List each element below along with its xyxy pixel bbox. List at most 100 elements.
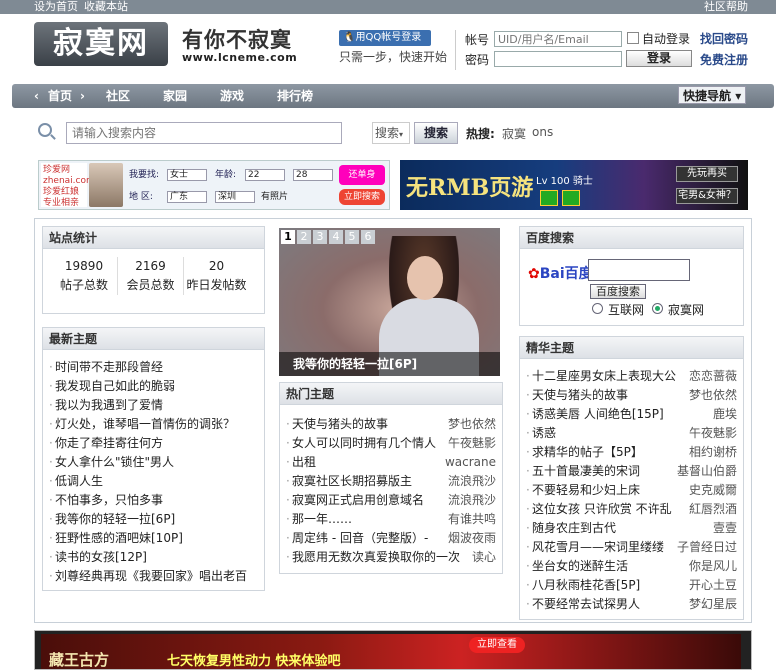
city-select[interactable]: 深圳 (215, 191, 255, 203)
topic-author[interactable]: 开心土豆 (686, 576, 737, 595)
topic-author[interactable]: 梦幻星辰 (686, 595, 737, 614)
game-ad[interactable]: 无RMB页游 Lv 100 骑士 先玩再买 宅男&女神？ (400, 160, 748, 210)
bottom-ad-button[interactable]: 立即查看 (469, 637, 525, 653)
game-ad-button[interactable]: 先玩再买 (676, 166, 738, 182)
nav-item-ranking[interactable]: 排行榜 (277, 84, 313, 108)
topic-title[interactable]: 十二星座男女床上表现大公 (532, 369, 676, 383)
list-item[interactable]: 读书的女孩[12P] (49, 548, 264, 567)
list-item[interactable]: 诱惑美唇 人间绝色[15P] 鹿埃 (526, 405, 743, 424)
slide-page-1[interactable]: 1 (281, 230, 295, 244)
province-select[interactable]: 广东 (167, 191, 207, 203)
baidu-search-input[interactable] (588, 259, 690, 281)
topic-title[interactable]: 周定纬 - 回音（完整版）- (292, 531, 428, 545)
topic-author[interactable]: 紅唇烈酒 (686, 500, 737, 519)
ad-search-button[interactable]: 立即搜索 (339, 189, 385, 205)
hot-search-item[interactable]: 寂寞 (502, 125, 526, 142)
register-link[interactable]: 免费注册 (700, 51, 748, 68)
list-item[interactable]: 你走了牵挂寄往何方 (49, 434, 264, 453)
list-item[interactable]: 天使与猪头的故事 梦也依然 (526, 386, 743, 405)
topic-title[interactable]: 寂寞网正式启用创意域名 (292, 493, 424, 507)
list-item[interactable]: 五十首最凄美的宋词 基督山伯爵 (526, 462, 743, 481)
list-item[interactable]: 我等你的轻轻一拉[6P] (49, 510, 264, 529)
topic-title[interactable]: 出租 (292, 455, 316, 469)
topic-title[interactable]: 五十首最凄美的宋词 (532, 464, 640, 478)
list-item[interactable]: 低调人生 (49, 472, 264, 491)
nav-item-home-space[interactable]: 家园 (163, 84, 187, 108)
age-from-select[interactable]: 22 (245, 169, 285, 181)
nav-item-community[interactable]: 社区 (106, 84, 130, 108)
list-item[interactable]: 不要轻易和少妇上床 史克威爾 (526, 481, 743, 500)
nav-item-games[interactable]: 游戏 (220, 84, 244, 108)
topic-author[interactable]: wacrane (442, 453, 496, 472)
topic-author[interactable]: 有谁共鸣 (445, 510, 496, 529)
list-item[interactable]: 周定纬 - 回音（完整版）- 烟波夜雨 (286, 529, 502, 548)
age-to-select[interactable]: 28 (293, 169, 333, 181)
list-item[interactable]: 这位女孩 只许欣赏 不许乱紅唇烈酒 (526, 500, 743, 519)
topic-author[interactable]: 烟波夜雨 (445, 529, 496, 548)
list-item[interactable]: 随身农庄到古代 壹壹 (526, 519, 743, 538)
list-item[interactable]: 出租 wacrane (286, 453, 502, 472)
topic-author[interactable]: 相约谢桥 (686, 443, 737, 462)
list-item[interactable]: 不怕事多，只怕多事 (49, 491, 264, 510)
topic-author[interactable]: 恋恋蔷薇 (686, 367, 737, 386)
topic-title[interactable]: 诱惑 (532, 426, 556, 440)
topic-title[interactable]: 坐台女的迷醉生活 (532, 559, 628, 573)
password-input[interactable] (494, 51, 622, 67)
slide-page-3[interactable]: 3 (313, 230, 327, 244)
topic-title[interactable]: 八月秋雨桂花香[5P] (532, 578, 640, 592)
image-slideshow[interactable]: 1 2 3 4 5 6 我等你的轻轻一拉[6P] (279, 228, 500, 376)
search-input[interactable] (66, 122, 342, 144)
list-item[interactable]: 寂寞社区长期招募版主 流浪飛沙 (286, 472, 502, 491)
nav-item-home[interactable]: 首页 (48, 84, 72, 108)
list-item[interactable]: 我以为我遇到了爱情 (49, 396, 264, 415)
topic-title[interactable]: 天使与猪头的故事 (532, 388, 628, 402)
list-item[interactable]: 天使与猪头的故事 梦也依然 (286, 415, 502, 434)
topic-author[interactable]: 梦也依然 (686, 386, 737, 405)
topic-author[interactable]: 鹿埃 (710, 405, 737, 424)
account-input[interactable] (494, 31, 622, 47)
set-home-link[interactable]: 设为首页 (34, 0, 78, 13)
topic-author[interactable]: 读心 (469, 548, 496, 567)
gender-select[interactable]: 女士 (167, 169, 207, 181)
list-item[interactable]: 女人拿什么"锁住"男人 (49, 453, 264, 472)
quick-nav-button[interactable]: 快捷导航 ▾ (678, 86, 746, 104)
radio-site[interactable] (652, 303, 663, 314)
topic-author[interactable]: 壹壹 (710, 519, 737, 538)
list-item[interactable]: 女人可以同时拥有几个情人午夜魅影 (286, 434, 502, 453)
list-item[interactable]: 诱惑 午夜魅影 (526, 424, 743, 443)
qq-login-button[interactable]: 🐧用QQ帐号登录 (339, 30, 431, 46)
list-item[interactable]: 我愿用无数次真爱换取你的一次读心 (286, 548, 502, 567)
list-item[interactable]: 寂寞网正式启用创意域名 流浪飛沙 (286, 491, 502, 510)
help-link[interactable]: 社区帮助 (704, 0, 748, 14)
topic-title[interactable]: 风花雪月——宋词里缕缕 (532, 540, 664, 554)
topic-title[interactable]: 女人可以同时拥有几个情人 (292, 436, 436, 450)
list-item[interactable]: 八月秋雨桂花香[5P] 开心土豆 (526, 576, 743, 595)
bookmark-link[interactable]: 收藏本站 (84, 0, 128, 13)
topic-author[interactable]: 基督山伯爵 (674, 462, 737, 481)
topic-title[interactable]: 天使与猪头的故事 (292, 417, 388, 431)
list-item[interactable]: 时间带不走那段曾经 (49, 358, 264, 377)
topic-author[interactable]: 史克威爾 (686, 481, 737, 500)
topic-author[interactable]: 你是风儿 (686, 557, 737, 576)
topic-title[interactable]: 不要经常去试探男人 (532, 597, 640, 611)
topic-title[interactable]: 诱惑美唇 人间绝色[15P] (532, 407, 664, 421)
search-type-select[interactable]: 搜索▾ (372, 122, 410, 144)
slide-page-5[interactable]: 5 (345, 230, 359, 244)
topic-title[interactable]: 这位女孩 只许欣赏 不许乱 (532, 502, 672, 516)
topic-author[interactable]: 流浪飛沙 (445, 491, 496, 510)
site-logo[interactable]: 寂寞网 (34, 22, 168, 66)
list-item[interactable]: 灯火处，谁琴唱一首情伤的调张？ (49, 415, 264, 434)
topic-author[interactable]: 梦也依然 (445, 415, 496, 434)
has-photo-label[interactable]: 有照片 (261, 191, 288, 203)
topic-title[interactable]: 寂寞社区长期招募版主 (292, 474, 412, 488)
list-item[interactable]: 风花雪月——宋词里缕缕子曾经日过 (526, 538, 743, 557)
list-item[interactable]: 求精华的帖子【5P】 相约谢桥 (526, 443, 743, 462)
find-password-link[interactable]: 找回密码 (700, 30, 748, 47)
topic-author[interactable]: 流浪飛沙 (445, 472, 496, 491)
bottom-ad[interactable]: 藏王古方 七天恢复男性动力 快来体验吧 立即查看 (34, 630, 752, 670)
slide-caption[interactable]: 我等你的轻轻一拉[6P] (279, 352, 500, 376)
topic-title[interactable]: 那一年…… (292, 512, 352, 526)
topic-title[interactable]: 不要轻易和少妇上床 (532, 483, 640, 497)
search-button[interactable]: 搜索 (414, 122, 458, 144)
dating-ad[interactable]: 珍爱网 zhenai.com 珍爱红娘 专业相亲 我要找: 女士 年龄: 22 … (38, 160, 390, 210)
